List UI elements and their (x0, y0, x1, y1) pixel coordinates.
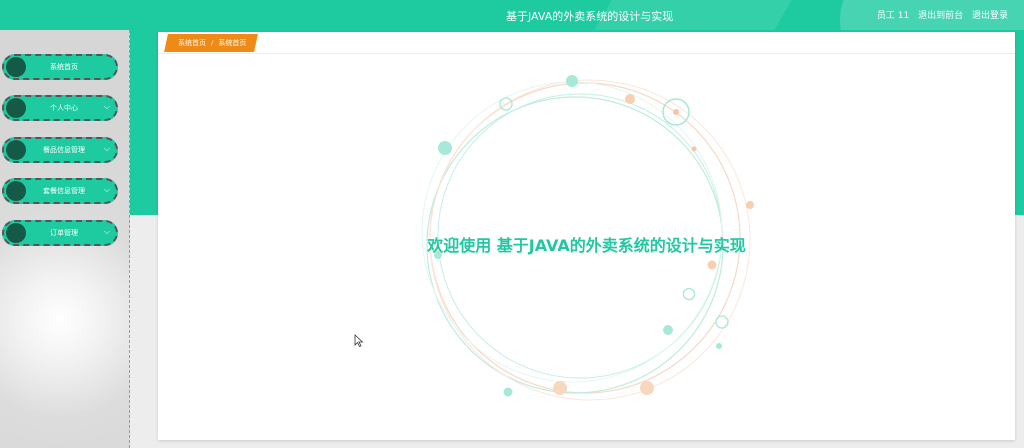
mouse-pointer-icon (354, 334, 364, 348)
welcome-decoration (421, 75, 754, 401)
welcome-message: 欢迎使用 基于JAVA的外卖系统的设计与实现 (427, 236, 746, 255)
